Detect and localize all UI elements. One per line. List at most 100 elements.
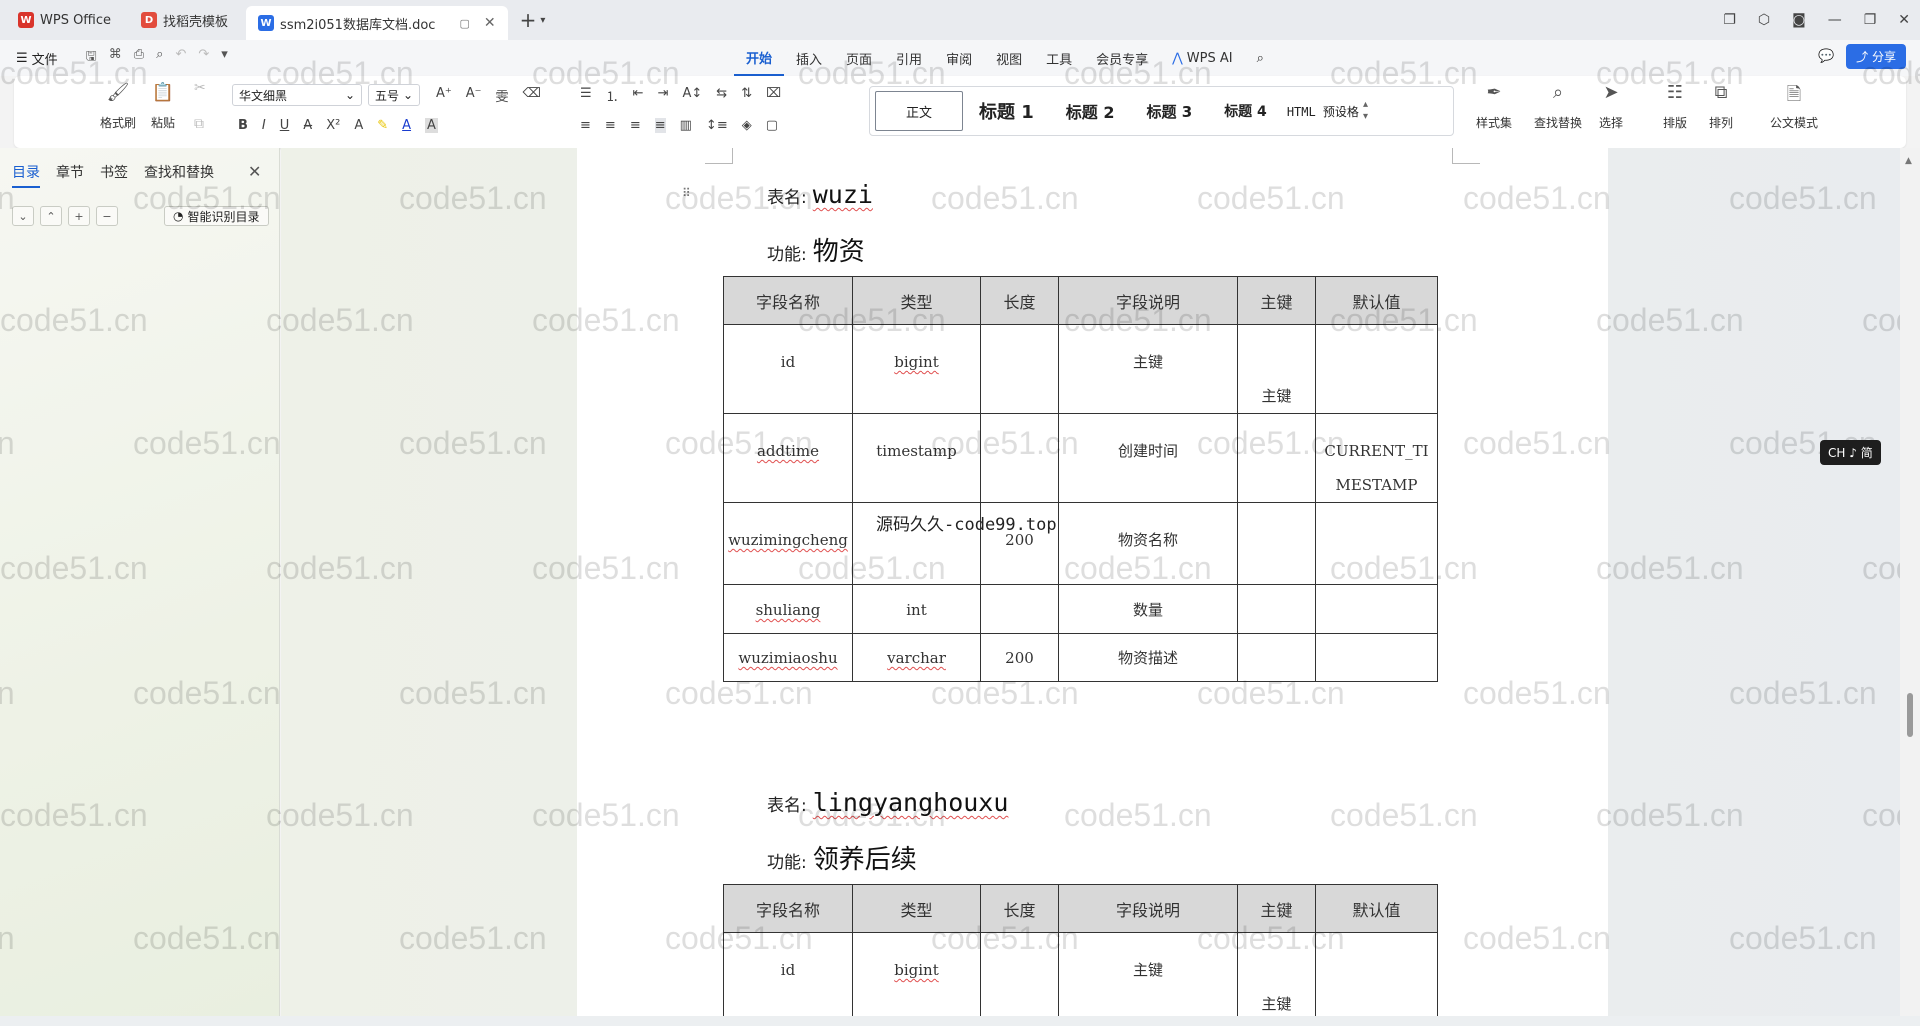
user-avatar-icon[interactable]: ◙ <box>1792 12 1806 28</box>
underline-icon[interactable]: U <box>280 118 290 133</box>
tab-docer-templates[interactable]: D 找稻壳模板 <box>129 5 240 35</box>
justify-icon[interactable]: ≡ <box>654 118 666 133</box>
drag-handle-icon[interactable]: ⠿ <box>682 186 691 200</box>
style-heading-3[interactable]: 标题 3 <box>1131 101 1209 122</box>
file-menu[interactable]: ☰ 文件 <box>16 49 58 68</box>
cell-description: 主键 <box>1058 932 1238 1022</box>
tab-insert[interactable]: 插入 <box>784 40 834 76</box>
vertical-scrollbar[interactable]: ▲ <box>1900 148 1920 1016</box>
text-direction-icon[interactable]: A↕ <box>682 86 702 105</box>
nav-tab-bookmarks[interactable]: 书签 <box>100 162 128 188</box>
shrink-font-icon[interactable]: A⁻ <box>466 86 482 105</box>
char-shading-icon[interactable]: A <box>425 118 438 133</box>
show-marks-icon[interactable]: ⌧ <box>766 86 781 105</box>
nav-tab-sections[interactable]: 章节 <box>56 162 84 188</box>
smart-toc-button[interactable]: ◔ 智能识别目录 <box>164 206 269 226</box>
increase-indent-icon[interactable]: ⇥ <box>658 86 669 105</box>
tab-view[interactable]: 视图 <box>984 40 1034 76</box>
format-painter-button[interactable]: 🖌 格式刷 <box>100 82 136 131</box>
gallery-scroll[interactable]: ▴ ▾ <box>1363 99 1368 123</box>
shading-icon[interactable]: ◈ <box>742 118 752 133</box>
search-icon: ⌕ <box>1552 82 1564 103</box>
close-window-icon[interactable]: ✕ <box>1898 12 1910 28</box>
cut-icon[interactable]: ✂ <box>194 80 206 96</box>
style-heading-2[interactable]: 标题 2 <box>1050 99 1131 123</box>
add-icon[interactable]: + <box>68 206 90 226</box>
print-preview-icon[interactable]: ⌕ <box>156 47 163 69</box>
copy-icon[interactable]: ⧉ <box>194 116 204 132</box>
scroll-thumb[interactable] <box>1907 693 1913 737</box>
window-icon[interactable]: ▢ <box>459 17 469 30</box>
style-heading-4[interactable]: 标题 4 <box>1208 101 1283 121</box>
line-spacing-icon[interactable]: ↕≡ <box>706 118 728 133</box>
style-html-preformatted[interactable]: HTML 预设格 <box>1283 103 1363 120</box>
select-button[interactable]: ➤ 选择 <box>1598 82 1624 131</box>
tab-tools[interactable]: 工具 <box>1034 40 1084 76</box>
style-heading-1[interactable]: 标题 1 <box>963 98 1050 124</box>
search-icon[interactable]: ⌕ <box>1245 40 1276 76</box>
tab-wps-office[interactable]: W WPS Office <box>6 5 123 35</box>
official-mode-button[interactable]: 🗎 公文模式 <box>1770 82 1818 131</box>
decrease-indent-icon[interactable]: ⇤ <box>633 86 644 105</box>
cube-icon[interactable]: ⬡ <box>1758 12 1770 28</box>
new-tab-button[interactable]: + <box>520 8 537 32</box>
distributed-icon[interactable]: ▥ <box>680 118 692 133</box>
chevron-up-icon[interactable]: ⌃ <box>40 206 62 226</box>
italic-icon[interactable]: I <box>262 118 266 133</box>
phonetic-icon[interactable]: 雯 <box>496 86 509 105</box>
chevron-down-icon[interactable]: ▾ <box>540 15 545 26</box>
close-pane-icon[interactable]: ✕ <box>248 162 261 181</box>
ime-indicator[interactable]: CH ♪ 简 <box>1820 440 1881 465</box>
align-left-icon[interactable]: ≡ <box>580 118 591 133</box>
chevron-down-icon[interactable]: ⌄ <box>12 206 34 226</box>
tab-page[interactable]: 页面 <box>834 40 884 76</box>
save-icon[interactable]: 🖫 <box>86 47 97 69</box>
tab-review[interactable]: 审阅 <box>934 40 984 76</box>
undo-icon[interactable]: ↶ <box>175 47 186 69</box>
bold-icon[interactable]: B <box>238 118 248 133</box>
print-icon[interactable]: ⎙ <box>134 47 144 69</box>
grow-font-icon[interactable]: A⁺ <box>436 86 452 105</box>
font-size-select[interactable]: 五号 ⌄ <box>368 84 420 106</box>
maximize-icon[interactable]: ❐ <box>1864 12 1877 28</box>
close-tab-icon[interactable]: ✕ <box>484 15 496 31</box>
tab-home[interactable]: 开始 <box>734 40 785 76</box>
numbered-list-icon[interactable]: ⒈ <box>606 86 619 105</box>
style-normal[interactable]: 正文 <box>875 91 963 131</box>
find-replace-button[interactable]: ⌕ 查找替换 <box>1534 82 1582 131</box>
comment-icon[interactable]: 💬 <box>1818 49 1834 64</box>
redo-icon[interactable]: ↷ <box>198 47 209 69</box>
text-effect-icon[interactable]: A <box>354 118 363 133</box>
strikethrough-icon[interactable]: A̶ <box>303 118 312 133</box>
restore-layout-icon[interactable]: ❐ <box>1723 12 1736 28</box>
nav-tab-find-replace[interactable]: 查找和替换 <box>144 162 214 188</box>
layout-button[interactable]: ☷ 排版 <box>1662 82 1688 131</box>
superscript-icon[interactable]: X² <box>326 118 340 133</box>
clear-format-icon[interactable]: ⌫ <box>523 86 541 105</box>
align-right-icon[interactable]: ≡ <box>630 118 641 133</box>
tab-member[interactable]: 会员专享 <box>1084 40 1160 76</box>
highlight-icon[interactable]: ✎ <box>377 118 388 133</box>
cell-primary-key <box>1237 584 1316 634</box>
arrange-button[interactable]: ⧉ 排列 <box>1708 82 1734 131</box>
paste-button[interactable]: 📋 粘贴 <box>150 82 176 131</box>
cell-field-text: wuzimiaoshu <box>738 649 838 667</box>
line-break-icon[interactable]: ⇆ <box>716 86 727 105</box>
bullet-list-icon[interactable]: ☰ <box>580 86 592 105</box>
chevron-down-icon[interactable]: ▾ <box>221 47 228 69</box>
wps-ai-button[interactable]: ⋀ WPS AI <box>1160 40 1244 76</box>
font-name-select[interactable]: 华文细黑 ⌄ <box>232 84 362 106</box>
tab-document[interactable]: W ssm2i051数据库文档.doc ▢ ✕ <box>246 6 508 40</box>
borders-icon[interactable]: ▢ <box>766 118 778 133</box>
remove-icon[interactable]: − <box>96 206 118 226</box>
style-set-button[interactable]: ✒ 样式集 <box>1476 82 1512 131</box>
minimize-icon[interactable]: — <box>1828 12 1842 28</box>
format-icon[interactable]: ⌘ <box>109 47 122 69</box>
nav-tab-toc[interactable]: 目录 <box>12 162 40 188</box>
tab-references[interactable]: 引用 <box>884 40 934 76</box>
scroll-up-icon[interactable]: ▲ <box>1905 156 1912 166</box>
sort-icon[interactable]: ⇅ <box>741 86 752 105</box>
font-color-icon[interactable]: A <box>402 118 411 133</box>
share-button[interactable]: ⤴ 分享 <box>1846 44 1906 69</box>
align-center-icon[interactable]: ≡ <box>605 118 616 133</box>
